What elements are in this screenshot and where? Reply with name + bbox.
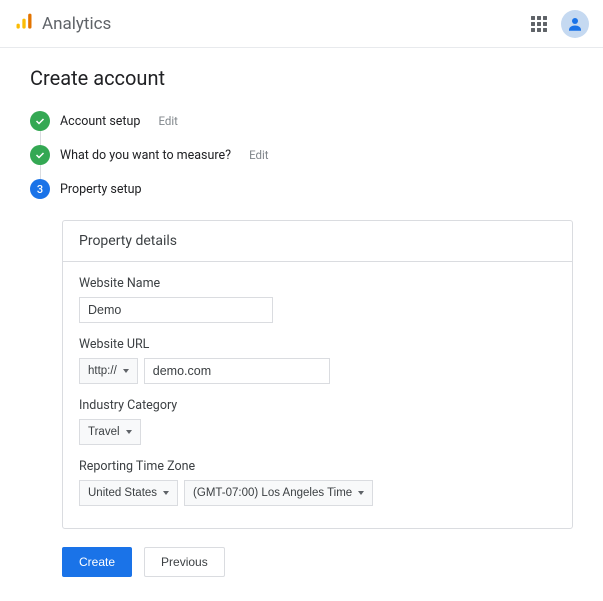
protocol-select[interactable]: http://	[79, 358, 138, 384]
property-details-card: Property details Website Name Website UR…	[62, 220, 573, 529]
industry-label: Industry Category	[79, 398, 556, 413]
stepper: Account setup Edit What do you want to m…	[30, 104, 573, 206]
checkmark-icon	[30, 145, 50, 165]
website-name-input[interactable]	[79, 297, 273, 323]
step-label: What do you want to measure?	[60, 148, 231, 163]
card-title: Property details	[63, 221, 572, 262]
tz-country-value: United States	[88, 487, 157, 499]
tz-country-select[interactable]: United States	[79, 480, 178, 506]
step-account-setup: Account setup Edit	[30, 104, 573, 138]
field-timezone: Reporting Time Zone United States (GMT-0…	[79, 459, 556, 506]
website-url-label: Website URL	[79, 337, 556, 352]
chevron-down-icon	[123, 369, 129, 373]
main-content: Create account Account setup Edit What d…	[0, 48, 603, 601]
logo-wrap: Analytics	[14, 12, 111, 36]
page-title: Create account	[30, 66, 573, 90]
apps-icon[interactable]	[531, 16, 547, 32]
chevron-down-icon	[126, 430, 132, 434]
app-header: Analytics	[0, 0, 603, 48]
edit-link[interactable]: Edit	[249, 148, 268, 162]
step-label: Property setup	[60, 182, 142, 197]
chevron-down-icon	[163, 491, 169, 495]
step-measure: What do you want to measure? Edit	[30, 138, 573, 172]
checkmark-icon	[30, 111, 50, 131]
industry-select[interactable]: Travel	[79, 419, 141, 445]
protocol-value: http://	[88, 365, 117, 377]
form-actions: Create Previous	[62, 547, 573, 577]
chevron-down-icon	[358, 491, 364, 495]
field-website-url: Website URL http://	[79, 337, 556, 384]
tz-value: (GMT-07:00) Los Angeles Time	[193, 487, 352, 499]
timezone-label: Reporting Time Zone	[79, 459, 556, 474]
industry-value: Travel	[88, 426, 120, 438]
user-avatar[interactable]	[561, 10, 589, 38]
step-number-icon: 3	[30, 179, 50, 199]
field-industry: Industry Category Travel	[79, 398, 556, 445]
step-label: Account setup	[60, 114, 140, 129]
previous-button[interactable]: Previous	[144, 547, 225, 577]
edit-link[interactable]: Edit	[158, 114, 177, 128]
step-property-setup: 3 Property setup	[30, 172, 573, 206]
field-website-name: Website Name	[79, 276, 556, 323]
create-button[interactable]: Create	[62, 547, 132, 577]
tz-value-select[interactable]: (GMT-07:00) Los Angeles Time	[184, 480, 373, 506]
analytics-logo-icon	[14, 12, 34, 36]
app-title: Analytics	[42, 14, 111, 34]
website-name-label: Website Name	[79, 276, 556, 291]
website-url-input[interactable]	[144, 358, 330, 384]
